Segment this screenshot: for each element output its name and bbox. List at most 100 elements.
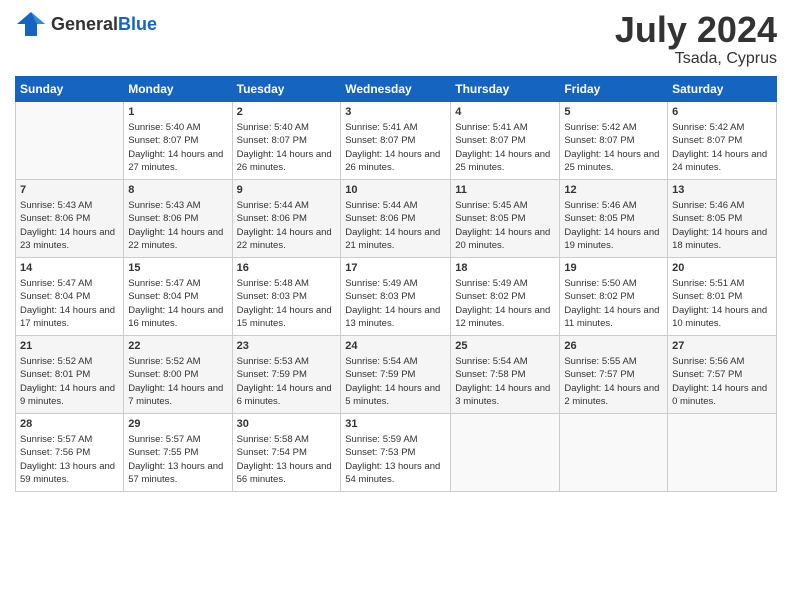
week-row: 21Sunrise: 5:52 AMSunset: 8:01 PMDayligh…	[16, 335, 777, 413]
table-cell: 25Sunrise: 5:54 AMSunset: 7:58 PMDayligh…	[451, 335, 560, 413]
day-number: 24	[345, 339, 446, 354]
week-row: 14Sunrise: 5:47 AMSunset: 8:04 PMDayligh…	[16, 257, 777, 335]
sunset-text: Sunset: 8:07 PM	[564, 134, 663, 147]
sunrise-text: Sunrise: 5:57 AM	[128, 433, 227, 446]
sunrise-text: Sunrise: 5:52 AM	[128, 355, 227, 368]
day-number: 1	[128, 105, 227, 120]
table-cell: 27Sunrise: 5:56 AMSunset: 7:57 PMDayligh…	[668, 335, 777, 413]
header: GeneralBlue July 2024 Tsada, Cyprus	[15, 10, 777, 68]
sunrise-text: Sunrise: 5:54 AM	[345, 355, 446, 368]
daylight-text: Daylight: 14 hours and 15 minutes.	[237, 304, 337, 331]
col-monday: Monday	[124, 76, 232, 101]
daylight-text: Daylight: 14 hours and 17 minutes.	[20, 304, 119, 331]
col-tuesday: Tuesday	[232, 76, 341, 101]
daylight-text: Daylight: 14 hours and 22 minutes.	[237, 226, 337, 253]
sunset-text: Sunset: 8:07 PM	[128, 134, 227, 147]
sunrise-text: Sunrise: 5:44 AM	[237, 199, 337, 212]
day-number: 20	[672, 261, 772, 276]
sunrise-text: Sunrise: 5:57 AM	[20, 433, 119, 446]
sunset-text: Sunset: 8:04 PM	[20, 290, 119, 303]
table-cell: 16Sunrise: 5:48 AMSunset: 8:03 PMDayligh…	[232, 257, 341, 335]
col-sunday: Sunday	[16, 76, 124, 101]
table-cell: 29Sunrise: 5:57 AMSunset: 7:55 PMDayligh…	[124, 413, 232, 491]
sunset-text: Sunset: 8:03 PM	[345, 290, 446, 303]
daylight-text: Daylight: 14 hours and 12 minutes.	[455, 304, 555, 331]
sunset-text: Sunset: 7:56 PM	[20, 446, 119, 459]
daylight-text: Daylight: 14 hours and 9 minutes.	[20, 382, 119, 409]
sunrise-text: Sunrise: 5:48 AM	[237, 277, 337, 290]
table-cell	[560, 413, 668, 491]
daylight-text: Daylight: 13 hours and 59 minutes.	[20, 460, 119, 487]
daylight-text: Daylight: 13 hours and 54 minutes.	[345, 460, 446, 487]
day-number: 18	[455, 261, 555, 276]
daylight-text: Daylight: 14 hours and 2 minutes.	[564, 382, 663, 409]
day-number: 13	[672, 183, 772, 198]
calendar-subtitle: Tsada, Cyprus	[615, 50, 777, 68]
daylight-text: Daylight: 14 hours and 23 minutes.	[20, 226, 119, 253]
day-number: 23	[237, 339, 337, 354]
sunset-text: Sunset: 7:53 PM	[345, 446, 446, 459]
day-number: 15	[128, 261, 227, 276]
daylight-text: Daylight: 14 hours and 24 minutes.	[672, 148, 772, 175]
sunrise-text: Sunrise: 5:46 AM	[564, 199, 663, 212]
day-number: 8	[128, 183, 227, 198]
daylight-text: Daylight: 14 hours and 10 minutes.	[672, 304, 772, 331]
day-number: 11	[455, 183, 555, 198]
sunrise-text: Sunrise: 5:41 AM	[455, 121, 555, 134]
table-cell: 24Sunrise: 5:54 AMSunset: 7:59 PMDayligh…	[341, 335, 451, 413]
day-number: 21	[20, 339, 119, 354]
col-saturday: Saturday	[668, 76, 777, 101]
sunrise-text: Sunrise: 5:50 AM	[564, 277, 663, 290]
sunset-text: Sunset: 8:06 PM	[128, 212, 227, 225]
table-cell: 5Sunrise: 5:42 AMSunset: 8:07 PMDaylight…	[560, 101, 668, 179]
table-cell: 19Sunrise: 5:50 AMSunset: 8:02 PMDayligh…	[560, 257, 668, 335]
table-cell: 3Sunrise: 5:41 AMSunset: 8:07 PMDaylight…	[341, 101, 451, 179]
sunrise-text: Sunrise: 5:40 AM	[237, 121, 337, 134]
title-block: July 2024 Tsada, Cyprus	[615, 10, 777, 68]
header-row: Sunday Monday Tuesday Wednesday Thursday…	[16, 76, 777, 101]
day-number: 7	[20, 183, 119, 198]
sunrise-text: Sunrise: 5:42 AM	[672, 121, 772, 134]
sunrise-text: Sunrise: 5:55 AM	[564, 355, 663, 368]
table-cell	[451, 413, 560, 491]
sunset-text: Sunset: 7:59 PM	[345, 368, 446, 381]
table-cell	[16, 101, 124, 179]
daylight-text: Daylight: 14 hours and 25 minutes.	[455, 148, 555, 175]
table-cell: 13Sunrise: 5:46 AMSunset: 8:05 PMDayligh…	[668, 179, 777, 257]
week-row: 1Sunrise: 5:40 AMSunset: 8:07 PMDaylight…	[16, 101, 777, 179]
table-cell: 7Sunrise: 5:43 AMSunset: 8:06 PMDaylight…	[16, 179, 124, 257]
table-cell: 20Sunrise: 5:51 AMSunset: 8:01 PMDayligh…	[668, 257, 777, 335]
sunrise-text: Sunrise: 5:54 AM	[455, 355, 555, 368]
day-number: 16	[237, 261, 337, 276]
day-number: 4	[455, 105, 555, 120]
table-cell	[668, 413, 777, 491]
sunrise-text: Sunrise: 5:41 AM	[345, 121, 446, 134]
table-cell: 18Sunrise: 5:49 AMSunset: 8:02 PMDayligh…	[451, 257, 560, 335]
daylight-text: Daylight: 14 hours and 0 minutes.	[672, 382, 772, 409]
daylight-text: Daylight: 13 hours and 57 minutes.	[128, 460, 227, 487]
day-number: 2	[237, 105, 337, 120]
day-number: 6	[672, 105, 772, 120]
daylight-text: Daylight: 14 hours and 27 minutes.	[128, 148, 227, 175]
sunrise-text: Sunrise: 5:49 AM	[345, 277, 446, 290]
week-row: 28Sunrise: 5:57 AMSunset: 7:56 PMDayligh…	[16, 413, 777, 491]
table-cell: 2Sunrise: 5:40 AMSunset: 8:07 PMDaylight…	[232, 101, 341, 179]
sunset-text: Sunset: 7:58 PM	[455, 368, 555, 381]
table-cell: 22Sunrise: 5:52 AMSunset: 8:00 PMDayligh…	[124, 335, 232, 413]
sunset-text: Sunset: 8:05 PM	[672, 212, 772, 225]
table-cell: 12Sunrise: 5:46 AMSunset: 8:05 PMDayligh…	[560, 179, 668, 257]
day-number: 3	[345, 105, 446, 120]
sunset-text: Sunset: 7:55 PM	[128, 446, 227, 459]
table-cell: 28Sunrise: 5:57 AMSunset: 7:56 PMDayligh…	[16, 413, 124, 491]
sunset-text: Sunset: 7:54 PM	[237, 446, 337, 459]
sunset-text: Sunset: 7:59 PM	[237, 368, 337, 381]
page: GeneralBlue July 2024 Tsada, Cyprus Sund…	[0, 0, 792, 612]
sunrise-text: Sunrise: 5:43 AM	[128, 199, 227, 212]
table-cell: 9Sunrise: 5:44 AMSunset: 8:06 PMDaylight…	[232, 179, 341, 257]
sunrise-text: Sunrise: 5:47 AM	[20, 277, 119, 290]
daylight-text: Daylight: 14 hours and 13 minutes.	[345, 304, 446, 331]
sunrise-text: Sunrise: 5:51 AM	[672, 277, 772, 290]
day-number: 31	[345, 417, 446, 432]
day-number: 22	[128, 339, 227, 354]
sunrise-text: Sunrise: 5:52 AM	[20, 355, 119, 368]
